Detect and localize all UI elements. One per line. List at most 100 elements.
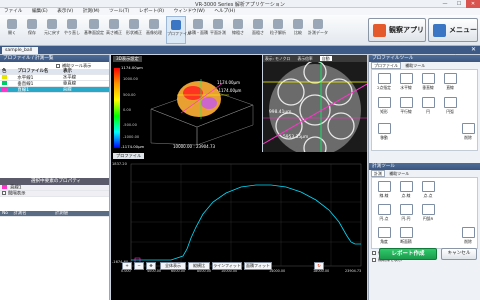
line-line-icon: [377, 181, 391, 192]
tool-measure-delete[interactable]: 削除: [458, 226, 478, 247]
folder-icon: [7, 19, 17, 29]
menu-file[interactable]: ファイル: [0, 8, 26, 15]
menu-help[interactable]: ヘルプ(H): [210, 8, 239, 15]
surface-roughness-button[interactable]: 面粗さ: [248, 16, 268, 44]
3d-settings-tab[interactable]: 3D表示設定: [113, 56, 142, 62]
tool-point-line[interactable]: 点-線: [396, 180, 416, 201]
move-icon: [377, 123, 391, 134]
profile-graph[interactable]: プロファイル 1837.20 -1674.60 0.000 4000.00 60…: [111, 152, 367, 300]
volume-area-button[interactable]: 体積・面積: [188, 16, 208, 44]
profile-plot-area: [130, 163, 362, 267]
refresh-icon[interactable]: ↻: [314, 262, 324, 270]
interval-checkbox[interactable]: [2, 191, 6, 195]
tool-circle[interactable]: 円: [418, 96, 438, 117]
tab-measure[interactable]: 計測: [371, 170, 385, 177]
area-fit-button[interactable]: 面積フィット: [244, 262, 272, 270]
arc-radius-icon: [421, 204, 435, 215]
menu-view[interactable]: 表示(V): [53, 8, 77, 15]
shape-correction-button[interactable]: 形状補正: [124, 16, 144, 44]
tool-line[interactable]: 直線: [440, 72, 460, 93]
compare-icon: [293, 19, 303, 29]
profile-button[interactable]: プロファイル: [166, 16, 191, 44]
tool-angle[interactable]: 角度: [374, 226, 394, 247]
line-roughness-button[interactable]: 線粗さ: [228, 16, 248, 44]
tool-point-point[interactable]: 点-点: [418, 180, 438, 201]
tool-circle-circle[interactable]: 円-円: [396, 203, 416, 224]
measure-annotation-2: 5953.35μm: [283, 135, 309, 140]
undo-button[interactable]: 元に戻す: [42, 16, 62, 44]
open-button[interactable]: 開く: [2, 16, 22, 44]
measure-data-button[interactable]: 計測データ: [308, 16, 328, 44]
menu-window[interactable]: ウィンドウ(W): [170, 8, 209, 15]
aspect-ratio-button[interactable]: 縦横比: [188, 262, 210, 270]
property-header: 選択中要素のプロパティ: [0, 178, 109, 185]
circle-icon: [421, 97, 435, 108]
line-fit-button[interactable]: ラインフィット: [212, 262, 242, 270]
pan-icon[interactable]: ✥: [146, 262, 156, 270]
volume-icon: [193, 19, 203, 29]
menu-button[interactable]: メニューへ: [428, 18, 478, 56]
tool-rectangle[interactable]: 矩形: [374, 96, 394, 117]
tool-move[interactable]: 移動: [374, 122, 394, 143]
shape-icon: [129, 19, 139, 29]
particle-analysis-button[interactable]: 粒子解析: [268, 16, 288, 44]
document-tab[interactable]: sample_ball: [2, 47, 38, 54]
zoom-out-icon[interactable]: −: [134, 262, 144, 270]
scale-max-label: 1174.00μm: [121, 65, 143, 70]
redo-icon: [67, 19, 77, 29]
tool-vertical[interactable]: 垂直線: [418, 72, 438, 93]
profile-tool-grid: 2点指定 水平線 垂直線 直線 矩形 平行線 円 円弧 移動 削除: [371, 69, 478, 151]
observation-app-button[interactable]: 観察アプリへ: [368, 18, 426, 56]
aux-tool-toggle[interactable]: 補助ツール表示: [0, 62, 109, 69]
minimize-icon[interactable]: —: [438, 0, 452, 8]
tool-delete[interactable]: 削除: [458, 122, 478, 143]
menu-tools[interactable]: ツール(T): [105, 8, 133, 15]
close-document-icon[interactable]: ✕: [471, 46, 476, 54]
height-correction-button[interactable]: 高さ補正: [104, 16, 124, 44]
profile-list-panel: プロファイル / 計測一覧 補助ツール表示 色 プロファイル名 表示 水平線1 …: [0, 55, 110, 300]
maximize-icon[interactable]: ☐: [452, 0, 466, 8]
tool-circle-point[interactable]: 円-点: [374, 203, 394, 224]
reference-plane-button[interactable]: 基準面設定: [84, 16, 104, 44]
compare-button[interactable]: 比較: [288, 16, 308, 44]
tab-profile[interactable]: プロファイル: [371, 62, 401, 69]
zoom-in-icon[interactable]: +: [122, 262, 132, 270]
aux-line-checkbox[interactable]: [372, 258, 376, 262]
tool-line-line[interactable]: 線-線: [374, 180, 394, 201]
data-icon: [313, 19, 323, 29]
tool-parallel[interactable]: 平行線: [396, 96, 416, 117]
aux-tool-checkbox[interactable]: [56, 64, 60, 68]
arc-icon: [443, 97, 457, 108]
display-zoom[interactable]: 表示倍率: [298, 56, 313, 61]
fit-all-button[interactable]: 全体表示: [160, 262, 186, 270]
redo-button[interactable]: やり直し: [62, 16, 82, 44]
tool-cross-section-area[interactable]: 断面積: [396, 226, 416, 247]
tab-measure-aux[interactable]: 補助ツール: [386, 171, 412, 176]
tool-two-point[interactable]: 2点指定: [374, 72, 394, 93]
plane-measure-button[interactable]: 平面計測: [208, 16, 228, 44]
tool-arc-radius[interactable]: 円弧R: [418, 203, 438, 224]
tab-aux-tools[interactable]: 補助ツール: [402, 63, 428, 68]
tool-arc[interactable]: 円弧: [440, 96, 460, 117]
angle-icon: [377, 227, 391, 238]
image-processing-button[interactable]: 画像処理: [144, 16, 164, 44]
measure-tool-grid: 線-線 点-線 点-点 円-点 円-円 円弧R 角度 断面積 削除: [371, 177, 478, 249]
close-icon[interactable]: ✕: [466, 0, 480, 8]
zoom-select[interactable]: 自動: [319, 56, 332, 61]
menu-edit[interactable]: 編集(E): [28, 8, 52, 15]
z-bottom-label: -1174.00μm: [217, 88, 242, 93]
window-title: VR-3000 Series 解析アプリケーション: [195, 2, 285, 8]
height-icon: [109, 19, 119, 29]
arbitrary-point-checkbox[interactable]: [372, 251, 376, 255]
tool-horizontal[interactable]: 水平線: [396, 72, 416, 93]
cancel-button[interactable]: キャンセル: [441, 248, 477, 260]
color-swatch: [2, 81, 7, 85]
3d-view[interactable]: 3D表示設定 1174.00μm 1000.00 500.00 0.00 -50…: [111, 55, 262, 152]
menu-measure[interactable]: 計測(M): [79, 8, 104, 15]
display-mode[interactable]: 表示: モノクロ: [265, 56, 290, 61]
menu-report[interactable]: レポート(R): [135, 8, 168, 15]
create-report-button[interactable]: レポート作成: [379, 248, 437, 260]
image-view[interactable]: 表示: モノクロ 表示倍率 自動 998.41μm 5953.35μm: [263, 55, 367, 152]
save-button[interactable]: 保存: [22, 16, 42, 44]
particle-icon: [273, 19, 283, 29]
